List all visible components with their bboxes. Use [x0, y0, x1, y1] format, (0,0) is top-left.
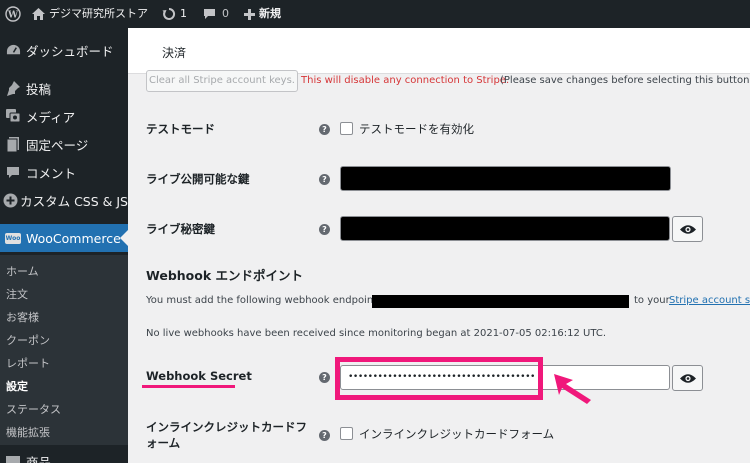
sidebar-item-label: カスタム CSS & JS — [20, 193, 128, 209]
live-secret-key-input[interactable] — [340, 216, 670, 241]
live-publishable-key-label: ライブ公開可能な鍵 — [146, 172, 250, 186]
highlight-arrow-icon — [554, 374, 591, 404]
updates-icon — [162, 7, 176, 20]
sidebar-item-dashboard[interactable]: ダッシュボード — [0, 36, 128, 64]
webhook-endpoint-suffix: to your — [634, 295, 670, 306]
sidebar-item-label: 投稿 — [26, 81, 52, 97]
comment-icon — [0, 166, 26, 179]
submenu-item-coupons[interactable]: クーポン — [6, 332, 50, 348]
webhook-secret-label: Webhook Secret — [146, 369, 252, 383]
comments-count: 0 — [222, 7, 229, 20]
wordpress-logo-icon[interactable]: W — [0, 0, 26, 28]
admin-sidebar: ダッシュボード 投稿 メディア 固定ページ コメント カスタム CSS & JS… — [0, 28, 128, 463]
home-icon — [32, 8, 45, 20]
highlight-underline — [142, 385, 235, 388]
submenu-item-orders[interactable]: 注文 — [6, 286, 28, 302]
webhook-endpoint-description: You must add the following webhook endpo… — [146, 295, 378, 306]
current-menu-arrow — [120, 230, 128, 246]
archive-icon — [0, 454, 26, 463]
sidebar-item-label: コメント — [26, 165, 77, 181]
show-secret-key-button[interactable] — [672, 216, 703, 242]
woocommerce-submenu: ホーム 注文 お客様 クーポン レポート 設定 ステータス 機能拡張 — [0, 255, 128, 445]
sidebar-item-comments[interactable]: コメント — [0, 158, 128, 186]
sidebar-item-label: 商品 — [26, 454, 52, 463]
page-title: 決済 — [162, 46, 187, 60]
comment-icon — [204, 9, 215, 19]
help-icon[interactable]: ? — [319, 372, 330, 383]
test-mode-checkbox[interactable] — [340, 122, 353, 135]
sidebar-item-label: WooCommerce — [26, 230, 121, 246]
svg-text:W: W — [7, 11, 19, 21]
page-header: 決済 — [128, 28, 750, 74]
inline-card-form-label-line2: ォーム — [146, 436, 181, 450]
test-mode-label: テストモード — [146, 122, 215, 136]
page-icon — [0, 136, 26, 152]
updates-link[interactable]: 1 — [162, 0, 187, 28]
webhook-endpoint-url-redacted — [372, 295, 629, 308]
submenu-item-home[interactable]: ホーム — [6, 263, 39, 279]
plus-icon — [244, 8, 255, 20]
show-webhook-secret-button[interactable] — [672, 365, 703, 391]
sidebar-item-media[interactable]: メディア — [0, 102, 128, 130]
sidebar-item-products[interactable]: 商品 — [0, 447, 128, 463]
save-changes-note: (Please save changes before selecting th… — [500, 75, 750, 86]
inline-card-form-checkbox[interactable] — [340, 427, 353, 440]
admin-bar: W デジマ研究所ストア 1 0 新規 — [0, 0, 750, 28]
live-secret-key-label: ライブ秘密鍵 — [146, 222, 215, 236]
submenu-item-customers[interactable]: お客様 — [6, 309, 39, 325]
submenu-item-reports[interactable]: レポート — [6, 355, 50, 371]
help-icon[interactable]: ? — [319, 224, 330, 235]
live-publishable-key-input[interactable] — [340, 166, 671, 191]
plus-circle-icon — [0, 193, 20, 208]
pin-icon — [0, 80, 26, 96]
submenu-item-status[interactable]: ステータス — [6, 401, 61, 417]
media-icon — [0, 109, 26, 123]
eye-icon — [679, 224, 696, 234]
highlight-box — [335, 357, 543, 400]
new-content-link[interactable]: 新規 — [244, 0, 281, 28]
help-icon[interactable]: ? — [319, 124, 330, 135]
sidebar-item-woocommerce[interactable]: Woo WooCommerce — [0, 224, 128, 252]
submenu-item-extensions[interactable]: 機能拡張 — [6, 424, 50, 440]
sidebar-item-label: メディア — [26, 109, 76, 125]
submenu-item-settings[interactable]: 設定 — [6, 378, 28, 394]
disconnect-warning: This will disable any connection to Stri… — [301, 75, 510, 86]
updates-count: 1 — [180, 7, 187, 20]
help-icon[interactable]: ? — [319, 430, 330, 441]
new-content-label: 新規 — [259, 7, 281, 20]
inline-card-form-label: インラインクレジットカードフ — [146, 420, 307, 434]
sidebar-item-custom-css-js[interactable]: カスタム CSS & JS — [0, 186, 128, 214]
stripe-account-settings-link[interactable]: Stripe account se — [669, 295, 750, 306]
comments-link[interactable]: 0 — [203, 0, 229, 28]
woo-icon: Woo — [5, 232, 21, 244]
webhook-endpoint-heading: Webhook エンドポイント — [146, 268, 304, 283]
sidebar-item-pages[interactable]: 固定ページ — [0, 130, 128, 158]
test-mode-checkbox-label: テストモードを有効化 — [359, 122, 474, 136]
dashboard-icon — [0, 43, 26, 58]
eye-icon — [679, 373, 696, 383]
settings-form: Clear all Stripe account keys. This will… — [128, 70, 750, 463]
inline-card-form-checkbox-label: インラインクレジットカードフォーム — [359, 427, 555, 441]
sidebar-item-posts[interactable]: 投稿 — [0, 74, 128, 102]
sidebar-item-label: ダッシュボード — [26, 43, 114, 59]
clear-stripe-keys-button[interactable]: Clear all Stripe account keys. — [146, 70, 298, 92]
webhook-status-text: No live webhooks have been received sinc… — [146, 328, 606, 339]
help-icon[interactable]: ? — [319, 174, 330, 185]
site-name-label: デジマ研究所ストア — [49, 7, 148, 20]
site-name-link[interactable]: デジマ研究所ストア — [32, 0, 148, 28]
sidebar-item-label: 固定ページ — [26, 137, 89, 153]
